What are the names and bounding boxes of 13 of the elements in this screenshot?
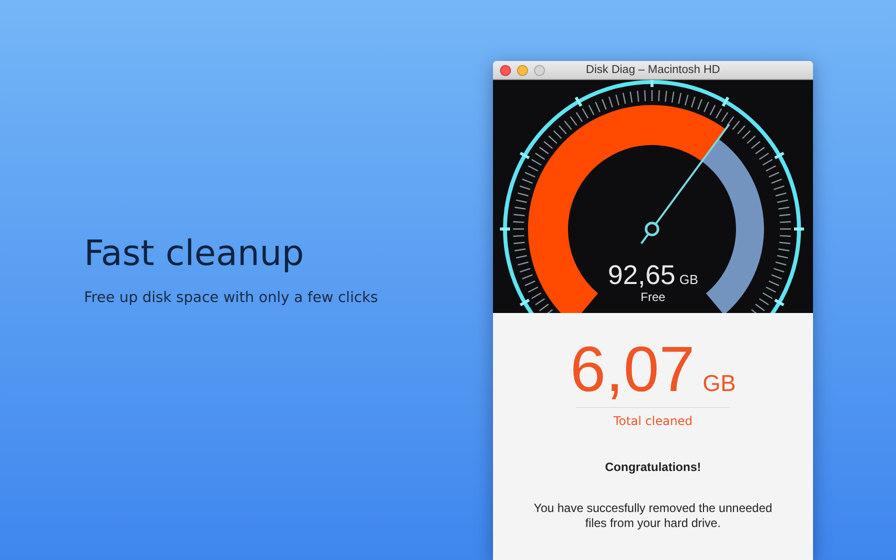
success-message: You have succesfully removed the unneeded files from your hard drive.: [532, 501, 774, 531]
minimize-button[interactable]: [517, 65, 528, 76]
free-space-value: 92,65: [608, 260, 676, 290]
promo-subtitle: Free up disk space with only a few clicks: [84, 290, 378, 306]
congrats-heading: Congratulations!: [605, 460, 701, 474]
cleaned-unit: GB: [702, 370, 736, 397]
cleaned-value: 6,07: [570, 335, 695, 403]
promo-title: Fast cleanup: [84, 233, 304, 276]
window-title: Disk Diag – Macintosh HD: [586, 64, 720, 76]
free-space-unit: GB: [679, 272, 698, 287]
close-button[interactable]: [500, 65, 511, 76]
cleaned-label: Total cleaned: [613, 414, 693, 428]
free-space-label: Free: [640, 290, 666, 304]
